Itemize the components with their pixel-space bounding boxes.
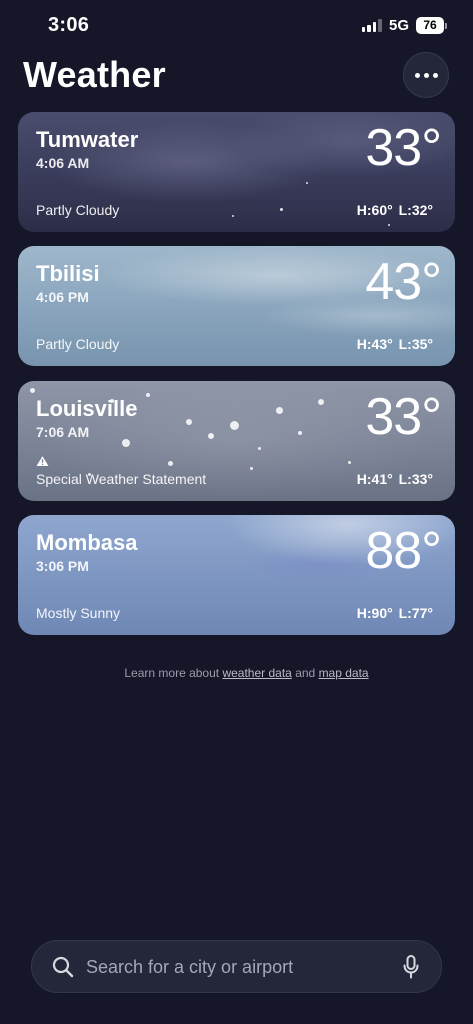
current-temperature: 33°	[365, 388, 442, 446]
current-temperature: 88°	[365, 522, 442, 580]
microphone-icon[interactable]	[403, 955, 419, 979]
weather-data-link[interactable]: weather data	[222, 666, 291, 680]
city-card-louisville[interactable]: Louisville 7:06 AM 33° Special Weather S…	[18, 381, 455, 501]
page-title: Weather	[23, 54, 166, 95]
weather-condition: Partly Cloudy	[36, 202, 120, 218]
current-temperature: 33°	[365, 119, 442, 177]
weather-screen: 3:06 5G 76 Weather Tumwater 4:06 AM 33° …	[0, 0, 473, 1024]
high-low-temperature: H:41° L:33°	[356, 471, 433, 487]
weather-condition: Partly Cloudy	[36, 336, 120, 352]
city-name: Tumwater	[36, 127, 139, 152]
city-local-time: 7:06 AM	[36, 424, 90, 440]
city-card-tbilisi[interactable]: Tbilisi 4:06 PM 43° Partly Cloudy H:43° …	[18, 246, 455, 366]
city-name: Louisville	[36, 396, 138, 421]
weather-condition: Mostly Sunny	[36, 605, 121, 621]
ellipsis-icon	[414, 72, 420, 78]
battery-icon: 76	[416, 17, 447, 34]
attribution-prefix: Learn more about	[124, 666, 220, 680]
attribution-conjunction: and	[295, 666, 316, 680]
map-data-link[interactable]: map data	[319, 666, 369, 680]
status-indicators: 5G 76	[361, 17, 447, 34]
city-local-time: 4:06 AM	[36, 155, 90, 171]
high-low-temperature: H:90° L:77°	[356, 605, 433, 621]
warning-triangle-icon	[36, 456, 49, 467]
data-attribution-note: Learn more about weather data and map da…	[0, 666, 473, 680]
network-type: 5G	[388, 17, 409, 34]
status-bar: 3:06 5G 76	[0, 0, 473, 52]
city-local-time: 4:06 PM	[36, 289, 89, 305]
city-name: Tbilisi	[36, 261, 100, 286]
city-name: Mombasa	[36, 530, 138, 555]
city-local-time: 3:06 PM	[36, 558, 89, 574]
status-time: 3:06	[48, 14, 90, 36]
search-input[interactable]	[84, 941, 388, 994]
current-temperature: 43°	[365, 253, 442, 311]
battery-level: 76	[416, 17, 444, 34]
search-bar[interactable]	[31, 940, 442, 994]
weather-alert-text: Special Weather Statement	[36, 471, 207, 487]
city-card-tumwater[interactable]: Tumwater 4:06 AM 33° Partly Cloudy H:60°…	[18, 112, 455, 232]
search-icon	[52, 956, 74, 978]
more-options-button[interactable]	[403, 52, 449, 98]
cellular-signal-icon	[361, 19, 382, 32]
high-low-temperature: H:60° L:32°	[356, 202, 433, 218]
high-low-temperature: H:43° L:35°	[356, 336, 433, 352]
city-card-mombasa[interactable]: Mombasa 3:06 PM 88° Mostly Sunny H:90° L…	[18, 515, 455, 635]
